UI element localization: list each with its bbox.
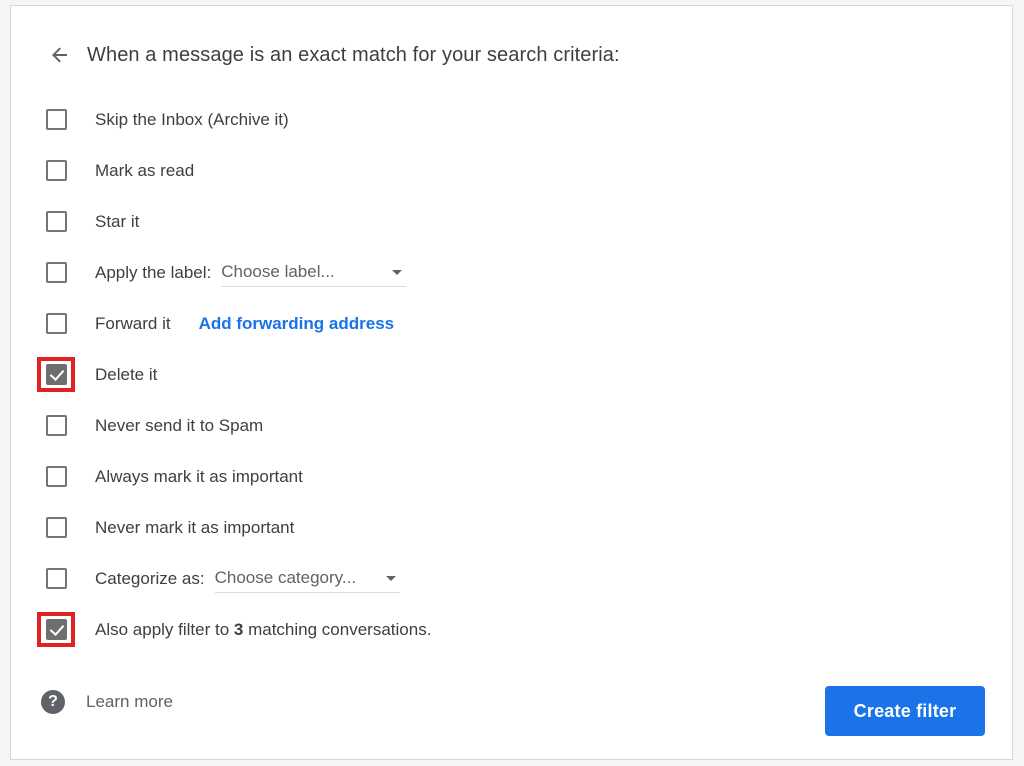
panel-footer: ? Learn more Create filter <box>11 678 1012 748</box>
option-label-skip-inbox: Skip the Inbox (Archive it) <box>95 110 289 129</box>
checkbox-skip-inbox[interactable] <box>45 109 67 130</box>
question-mark-icon: ? <box>41 690 65 714</box>
option-row-apply-label[interactable]: Apply the label: Choose label... <box>11 247 1012 298</box>
checkbox-star-it[interactable] <box>45 211 67 232</box>
checkbox-wrap-categorize-as <box>38 561 74 597</box>
apply-existing-prefix: Also apply filter to <box>95 620 234 639</box>
checkbox-apply-to-existing[interactable] <box>45 619 67 640</box>
checkbox-never-spam[interactable] <box>45 415 67 436</box>
option-row-star-it[interactable]: Star it <box>11 196 1012 247</box>
filter-actions-panel: When a message is an exact match for you… <box>10 5 1013 760</box>
checkbox-mark-as-read[interactable] <box>45 160 67 181</box>
checkbox-delete-it[interactable] <box>45 364 67 385</box>
label-select-dropdown[interactable]: Choose label... <box>221 259 407 287</box>
option-row-skip-inbox[interactable]: Skip the Inbox (Archive it) <box>11 94 1012 145</box>
screen-background: When a message is an exact match for you… <box>0 0 1024 766</box>
label-select-value: Choose label... <box>221 262 335 281</box>
option-row-apply-to-existing[interactable]: Also apply filter to 3 matching conversa… <box>11 604 1012 655</box>
checkbox-wrap-always-important <box>38 459 74 495</box>
checkbox-wrap-forward-it <box>38 306 74 342</box>
panel-header: When a message is an exact match for you… <box>11 33 1012 77</box>
checkbox-forward-it[interactable] <box>45 313 67 334</box>
learn-more-link[interactable]: ? Learn more <box>41 690 173 714</box>
option-label-apply-label: Apply the label: <box>95 263 212 282</box>
option-row-forward-it[interactable]: Forward it Add forwarding address <box>11 298 1012 349</box>
learn-more-label: Learn more <box>86 692 173 711</box>
option-label-star-it: Star it <box>95 212 140 231</box>
option-label-mark-as-read: Mark as read <box>95 161 195 180</box>
option-row-delete-it[interactable]: Delete it <box>11 349 1012 400</box>
checkbox-categorize-as[interactable] <box>45 568 67 589</box>
checkbox-wrap-never-spam <box>38 408 74 444</box>
add-forwarding-address-link[interactable]: Add forwarding address <box>199 314 395 334</box>
checkbox-never-important[interactable] <box>45 517 67 538</box>
option-label-never-spam: Never send it to Spam <box>95 416 264 435</box>
option-label-apply-to-existing: Also apply filter to 3 matching conversa… <box>95 621 431 638</box>
option-row-never-important[interactable]: Never mark it as important <box>11 502 1012 553</box>
checkbox-wrap-mark-as-read <box>38 153 74 189</box>
matching-conversation-count: 3 <box>233 620 244 639</box>
option-label-delete-it: Delete it <box>95 365 158 384</box>
arrow-left-icon[interactable] <box>38 33 82 77</box>
filter-action-list: Skip the Inbox (Archive it) Mark as read… <box>11 94 1012 655</box>
page-title: When a message is an exact match for you… <box>87 44 620 66</box>
option-label-always-important: Always mark it as important <box>95 467 303 486</box>
option-label-forward-it: Forward it <box>95 314 171 333</box>
category-select-value: Choose category... <box>214 568 357 587</box>
checkbox-wrap-star-it <box>38 204 74 240</box>
option-row-categorize-as[interactable]: Categorize as: Choose category... <box>11 553 1012 604</box>
checkbox-wrap-apply-to-existing <box>37 611 75 648</box>
category-select-dropdown[interactable]: Choose category... <box>214 565 400 593</box>
option-label-never-important: Never mark it as important <box>95 518 295 537</box>
checkbox-wrap-skip-inbox <box>38 102 74 138</box>
option-row-never-spam[interactable]: Never send it to Spam <box>11 400 1012 451</box>
checkbox-apply-label[interactable] <box>45 262 67 283</box>
checkbox-always-important[interactable] <box>45 466 67 487</box>
checkbox-wrap-apply-label <box>38 255 74 291</box>
option-label-categorize-as: Categorize as: <box>95 569 205 588</box>
checkbox-wrap-never-important <box>38 510 74 546</box>
chevron-down-icon <box>392 269 403 275</box>
create-filter-button[interactable]: Create filter <box>825 686 985 736</box>
checkbox-wrap-delete-it <box>37 356 75 393</box>
option-row-mark-as-read[interactable]: Mark as read <box>11 145 1012 196</box>
chevron-down-icon <box>385 575 396 581</box>
apply-existing-suffix: matching conversations. <box>243 620 432 639</box>
option-row-always-important[interactable]: Always mark it as important <box>11 451 1012 502</box>
